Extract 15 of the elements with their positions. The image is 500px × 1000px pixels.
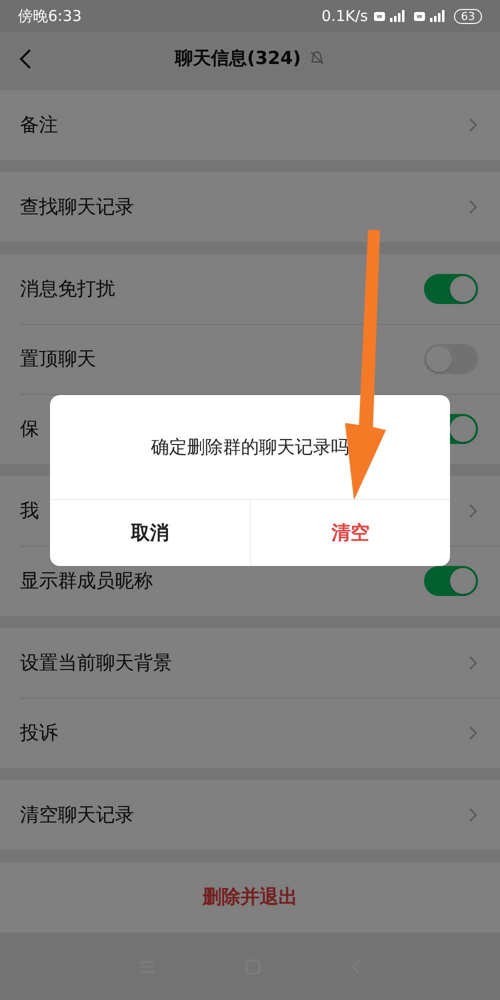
dialog-message: 确定删除群的聊天记录吗 — [150, 436, 350, 460]
row-label: 消息免打扰 — [20, 276, 115, 302]
row-label: 备注 — [20, 112, 58, 138]
row-label: 清空聊天记录 — [20, 802, 134, 828]
row-label: 投诉 — [20, 720, 58, 746]
row-label: 我 — [20, 498, 39, 524]
row-label: 保 — [20, 416, 39, 442]
battery-level: 63 — [454, 8, 482, 24]
network-speed: 0.1K/s — [321, 7, 368, 26]
row-label: 设置当前聊天背景 — [20, 650, 172, 676]
row-label: 显示群成员昵称 — [20, 568, 153, 594]
status-time: 傍晚6:33 — [18, 6, 82, 26]
row-label: 查找聊天记录 — [20, 194, 134, 220]
chat-info-title: 聊天信息(324) — [174, 46, 302, 70]
row-label: 置顶聊天 — [20, 346, 96, 372]
